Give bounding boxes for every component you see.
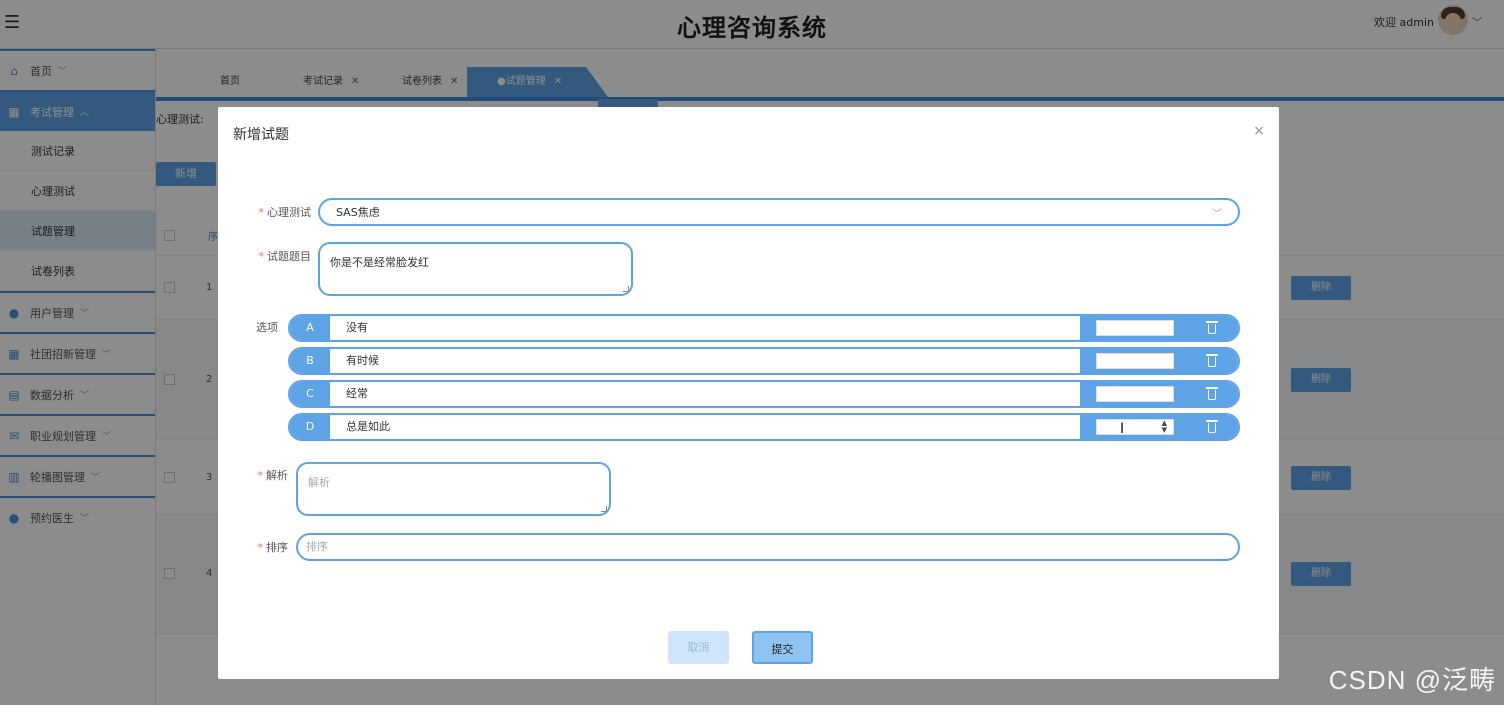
required-mark: * — [257, 469, 264, 482]
add-question-dialog: 新增试题 × * 心理测试 SAS焦虑 ﹀ * 试题题目 你是不是经常脸发红 选项 … — [218, 107, 1279, 679]
resize-handle[interactable] — [623, 286, 629, 292]
trash-icon[interactable] — [1206, 353, 1218, 367]
score-input[interactable] — [1096, 320, 1174, 336]
test-label: * 心理测试 — [256, 204, 312, 220]
text-cursor-icon: I — [1120, 421, 1125, 437]
question-textarea[interactable]: 你是不是经常脸发红 — [318, 242, 633, 296]
option-controls — [1080, 349, 1238, 373]
option-text-input[interactable]: 有时候 — [346, 349, 379, 373]
watermark: CSDN @泛畴 — [1328, 665, 1496, 695]
number-spinner-icon[interactable]: ▲ ▼ — [1162, 420, 1167, 434]
option-text-input[interactable]: 没有 — [346, 316, 368, 340]
options-label: 选项 — [256, 321, 278, 334]
option-letter: B — [290, 349, 330, 373]
trash-icon[interactable] — [1206, 320, 1218, 334]
analysis-label: * 解析 — [256, 467, 289, 483]
order-input[interactable]: 排序 — [296, 533, 1240, 561]
analysis-textarea[interactable]: 解析 — [296, 462, 611, 516]
cancel-button[interactable]: 取消 — [668, 631, 729, 664]
option-controls: ▲ ▼ — [1080, 415, 1238, 439]
option-row: B 有时候 — [288, 347, 1240, 375]
submit-button[interactable]: 提交 — [752, 631, 813, 664]
chevron-down-icon: ﹀ — [1212, 208, 1222, 220]
resize-handle[interactable] — [601, 506, 607, 512]
score-input[interactable]: ▲ ▼ — [1096, 419, 1174, 435]
required-mark: * — [257, 541, 264, 554]
option-row: D 总是如此 ▲ ▼ — [288, 413, 1240, 441]
score-input[interactable] — [1096, 353, 1174, 369]
option-letter: D — [290, 415, 330, 439]
label-text: 解析 — [266, 469, 288, 482]
test-select-value: SAS焦虑 — [336, 206, 380, 219]
required-mark: * — [258, 206, 265, 219]
label-text: 排序 — [266, 541, 288, 554]
trash-icon[interactable] — [1206, 386, 1218, 400]
question-label: * 试题题目 — [256, 248, 312, 264]
option-text-input[interactable]: 经常 — [346, 382, 368, 406]
order-label: * 排序 — [256, 539, 289, 555]
option-row: C 经常 — [288, 380, 1240, 408]
required-mark: * — [258, 250, 265, 263]
dialog-title: 新增试题 — [233, 127, 289, 143]
test-select[interactable]: SAS焦虑 ﹀ — [318, 198, 1240, 226]
option-controls — [1080, 382, 1238, 406]
label-text: 试题题目 — [267, 250, 311, 263]
trash-icon[interactable] — [1206, 419, 1218, 433]
close-icon[interactable]: × — [1253, 123, 1265, 139]
option-letter: C — [290, 382, 330, 406]
analysis-placeholder: 解析 — [308, 476, 330, 489]
label-text: 心理测试 — [267, 206, 311, 219]
option-letter: A — [290, 316, 330, 340]
option-row: A 没有 — [288, 314, 1240, 342]
score-input[interactable] — [1096, 386, 1174, 402]
question-text: 你是不是经常脸发红 — [330, 256, 429, 269]
option-text-input[interactable]: 总是如此 — [346, 415, 390, 439]
option-controls — [1080, 316, 1238, 340]
